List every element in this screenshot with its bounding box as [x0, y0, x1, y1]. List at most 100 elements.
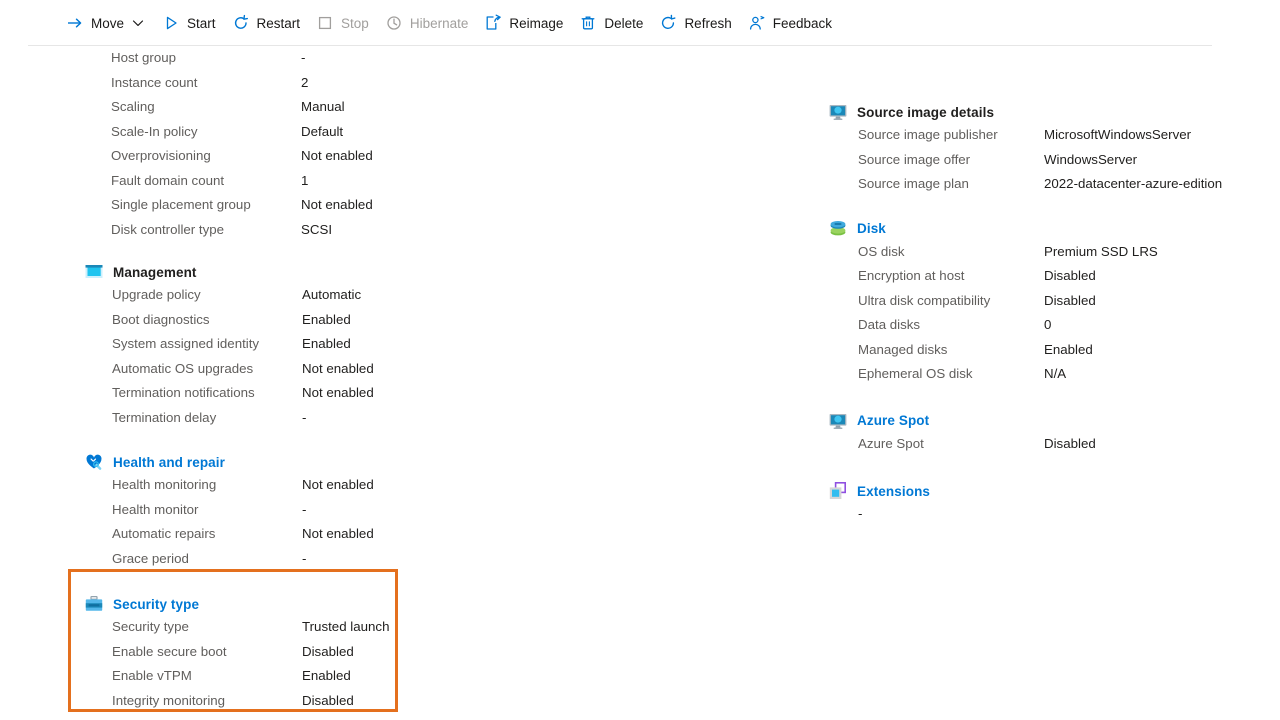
- property-row: Scale-In policy Default: [111, 124, 760, 149]
- property-label: Ultra disk compatibility: [858, 292, 991, 308]
- command-toolbar: Move Start Restart Stop Hibernate Reimage Dele…: [0, 0, 1280, 46]
- toolbar-button-label: Feedback: [772, 15, 833, 31]
- property-row: Security type Trusted launch: [112, 619, 760, 644]
- section-extensions: Extensions -: [828, 480, 1258, 521]
- property-label: OS disk: [858, 243, 905, 259]
- toolbar-button-label: Reimage: [509, 15, 564, 31]
- property-row: Upgrade policy Automatic: [112, 287, 760, 312]
- toolbar-delete-button[interactable]: Delete: [575, 7, 652, 39]
- property-row: Ephemeral OS disk N/A: [858, 366, 1258, 391]
- property-value: 2: [301, 74, 309, 90]
- play-icon: [162, 14, 180, 32]
- property-row: Scaling Manual: [111, 99, 760, 124]
- section-title[interactable]: Health and repair: [113, 455, 225, 470]
- property-value: SCSI: [301, 221, 333, 237]
- property-value: Manual: [301, 99, 345, 114]
- property-value: Disabled: [1044, 435, 1096, 451]
- toolbar-button-label: Restart: [256, 15, 301, 31]
- property-value: Enabled: [302, 668, 351, 683]
- refresh-icon: [659, 14, 677, 32]
- toolbar-reimage-button[interactable]: Reimage: [480, 7, 572, 39]
- property-row: Automatic repairs Not enabled: [112, 526, 760, 551]
- property-label: Source image offer: [858, 151, 971, 167]
- property-value: Not enabled: [302, 360, 374, 376]
- property-value: Disabled: [302, 643, 354, 659]
- monitor-icon: [828, 102, 848, 122]
- section-management: Management Upgrade policy Automatic Boot di…: [84, 261, 760, 434]
- property-row: Health monitoring Not enabled: [112, 477, 760, 502]
- extensions-icon: [828, 481, 848, 501]
- property-label: Disk controller type: [111, 221, 225, 237]
- property-value: Not enabled: [301, 148, 373, 163]
- property-value: -: [301, 50, 306, 65]
- toolbar-start-button[interactable]: Start: [158, 7, 225, 39]
- clock-icon: [385, 14, 403, 32]
- toolbar-feedback-button[interactable]: Feedback: [744, 7, 841, 39]
- toolbar-button-label: Move: [91, 15, 125, 31]
- property-list: OS disk Premium SSD LRS Encryption at host…: [828, 244, 1258, 391]
- property-value: Disabled: [302, 692, 354, 708]
- section-header[interactable]: Disk: [828, 218, 1258, 240]
- property-row: Overprovisioning Not enabled: [111, 148, 760, 173]
- property-row: Source image plan 2022-datacenter-azure-e…: [858, 176, 1258, 201]
- section-source-image-details: Source image details Source image publish…: [828, 101, 1258, 201]
- chevron-down-icon[interactable]: [130, 15, 146, 31]
- property-row: Enable secure boot Disabled: [112, 644, 760, 669]
- property-value: Premium SSD LRS: [1044, 243, 1158, 259]
- toolbar-refresh-button[interactable]: Refresh: [655, 7, 740, 39]
- property-label: Integrity monitoring: [112, 692, 226, 708]
- property-value: Disabled: [1044, 292, 1096, 308]
- section-header[interactable]: Azure Spot: [828, 410, 1258, 432]
- property-value: Enabled: [302, 311, 351, 327]
- disk-stack-icon: [828, 219, 848, 239]
- toolbar-restart-button[interactable]: Restart: [228, 7, 310, 39]
- property-row: Health monitor -: [112, 502, 760, 527]
- property-row: Azure Spot Disabled: [858, 436, 1258, 461]
- property-label: Encryption at host: [858, 268, 965, 283]
- property-label: Boot diagnostics: [112, 311, 210, 327]
- section-health-and-repair: Health and repair Health monitoring Not en…: [84, 451, 760, 575]
- property-value: Automatic: [302, 287, 362, 302]
- property-label: Host group: [111, 50, 177, 65]
- property-value: Trusted launch: [302, 619, 390, 634]
- restart-icon: [232, 14, 250, 32]
- property-value: WindowsServer: [1044, 151, 1138, 167]
- property-label: Fault domain count: [111, 172, 225, 188]
- property-list: Source image publisher MicrosoftWindowsSe…: [828, 127, 1258, 201]
- section-title[interactable]: Extensions: [857, 484, 930, 499]
- property-row: System assigned identity Enabled: [112, 336, 760, 361]
- property-list: Health monitoring Not enabled Health monit…: [84, 477, 760, 575]
- move-arrow-icon: [66, 14, 84, 32]
- section-title[interactable]: Security type: [113, 597, 199, 612]
- property-label: Azure Spot: [858, 435, 924, 451]
- property-value: N/A: [1044, 366, 1067, 381]
- toolbar-stop-button: Stop: [312, 7, 378, 39]
- property-row: Source image offer WindowsServer: [858, 152, 1258, 177]
- property-row: Managed disks Enabled: [858, 342, 1258, 367]
- property-label: Managed disks: [858, 341, 948, 357]
- section-header[interactable]: Health and repair: [84, 451, 760, 473]
- section-title[interactable]: Disk: [857, 221, 886, 236]
- property-label: Automatic OS upgrades: [112, 360, 254, 376]
- section-header: Source image details: [828, 101, 1258, 123]
- property-label: Automatic repairs: [112, 526, 216, 541]
- stop-square-icon: [316, 14, 334, 32]
- property-label: Instance count: [111, 74, 198, 90]
- section-header[interactable]: Extensions: [828, 480, 1258, 502]
- property-label: Source image publisher: [858, 127, 998, 142]
- section-title[interactable]: Azure Spot: [857, 413, 929, 428]
- reimage-icon: [484, 14, 502, 32]
- toolbar-button-label: Hibernate: [409, 15, 469, 31]
- property-label: Overprovisioning: [111, 148, 211, 163]
- section-disk: Disk OS disk Premium SSD LRS Encryption at …: [828, 218, 1258, 391]
- heart-wrench-icon: [84, 452, 104, 472]
- property-label: Source image plan: [858, 176, 969, 191]
- property-row: OS disk Premium SSD LRS: [858, 244, 1258, 269]
- toolbar-move-button[interactable]: Move: [62, 7, 155, 39]
- property-label: Termination notifications: [112, 385, 255, 400]
- section-header[interactable]: Security type: [84, 593, 760, 615]
- property-row: Instance count 2: [111, 75, 760, 100]
- toolbar-hibernate-button: Hibernate: [381, 7, 478, 39]
- property-row: Termination delay -: [112, 410, 760, 435]
- property-list: Azure Spot Disabled: [828, 436, 1258, 461]
